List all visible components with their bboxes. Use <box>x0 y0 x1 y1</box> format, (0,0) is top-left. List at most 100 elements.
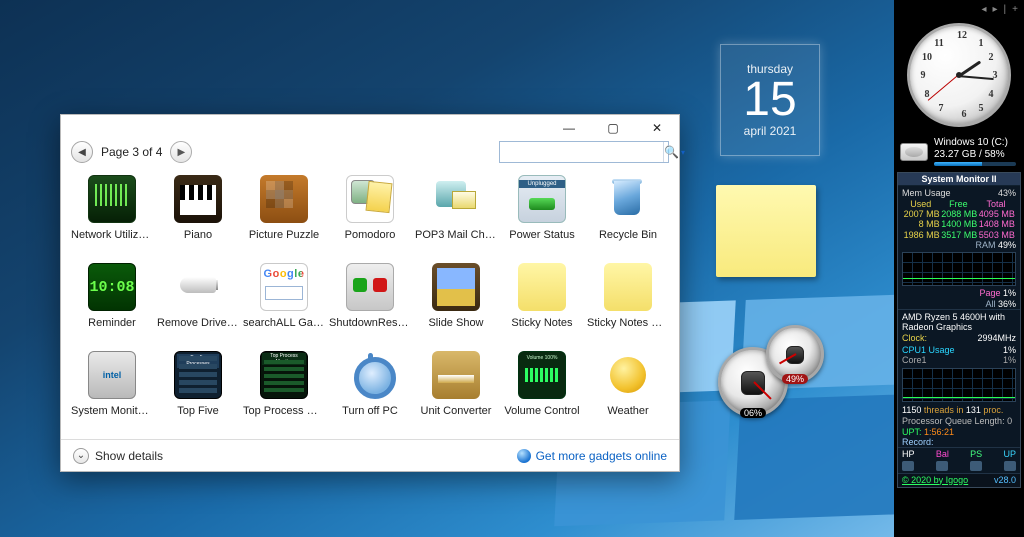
sysmon-cpu-graph <box>902 368 1016 402</box>
gadget-label: Top Process Mo... <box>243 405 325 417</box>
sysmon-power-icons[interactable] <box>898 460 1020 473</box>
power-hp-icon[interactable] <box>902 461 914 471</box>
gadget-icon <box>260 351 308 399</box>
toolbar: ◀ Page 3 of 4 ▶ 🔍 ▾ <box>61 141 679 169</box>
gadget-item[interactable]: Sticky Notes <box>501 263 583 351</box>
gadget-icon <box>604 263 652 311</box>
gadget-item[interactable]: Pomodoro <box>329 175 411 263</box>
gadget-icon <box>346 175 394 223</box>
gadget-item[interactable]: Piano <box>157 175 239 263</box>
gadget-item[interactable]: Recycle Bin <box>587 175 669 263</box>
get-more-gadgets-label: Get more gadgets online <box>536 449 667 463</box>
gadget-grid: Network Utilizat...PianoPicture PuzzlePo… <box>61 169 679 439</box>
clock-gadget[interactable]: 12 3 6 9 1 2 4 5 7 8 10 11 <box>907 23 1011 127</box>
gadget-label: Sticky Notes <box>501 317 583 329</box>
gadget-item[interactable]: Power Status <box>501 175 583 263</box>
show-details-label[interactable]: Show details <box>95 449 163 463</box>
power-ps-icon[interactable] <box>970 461 982 471</box>
gadget-label: Top Five <box>157 405 239 417</box>
gadget-item[interactable]: System Monitor II <box>71 351 153 439</box>
drive-meter-gadget[interactable]: Windows 10 (C:) 23.27 GB / 58% <box>898 135 1020 172</box>
gadget-icon <box>432 175 480 223</box>
sysmon-version: v28.0 <box>994 475 1016 485</box>
gadget-label: POP3 Mail Chec... <box>415 229 497 241</box>
nav-back-button[interactable]: ◀ <box>71 141 93 163</box>
gadget-label: Unit Converter <box>415 405 497 417</box>
sysmon-r3-total: 5503 MB <box>977 230 1015 240</box>
expand-details-button[interactable]: ⌄ <box>73 448 89 464</box>
nav-forward-button[interactable]: ▶ <box>170 141 192 163</box>
sysmon-mem-graph <box>902 252 1016 286</box>
sidebar-next-icon[interactable]: ▸ <box>993 4 998 15</box>
gadget-item[interactable]: searchALL Gadg... <box>243 263 325 351</box>
gadget-icon <box>518 175 566 223</box>
gadget-label: Volume Control <box>501 405 583 417</box>
sidebar-prev-icon[interactable]: ◂ <box>981 4 986 15</box>
sysmon-r3-used: 1986 MB <box>902 230 940 240</box>
drive-bar <box>934 162 1016 166</box>
hdd-icon <box>900 143 928 161</box>
gadget-icon <box>518 263 566 311</box>
window-footer: ⌄ Show details Get more gadgets online <box>61 439 679 471</box>
gadget-label: System Monitor II <box>71 405 153 417</box>
get-more-gadgets-link[interactable]: Get more gadgets online <box>517 449 667 463</box>
gadget-item[interactable]: POP3 Mail Chec... <box>415 175 497 263</box>
gadget-icon <box>88 263 136 311</box>
sysmon-r2-total: 1408 MB <box>977 219 1015 229</box>
sidebar-panel: ◂ ▸ | + 12 3 6 9 1 2 4 5 7 8 10 11 Win <box>894 0 1024 537</box>
gadget-item[interactable]: Slide Show <box>415 263 497 351</box>
sysmon-pql: Processor Queue Length: 0 <box>898 416 1020 426</box>
gadget-label: Piano <box>157 229 239 241</box>
gadget-label: Reminder <box>71 317 153 329</box>
sysmon-r2-free: 1400 MB <box>940 219 978 229</box>
gadget-icon <box>260 175 308 223</box>
window-maximize-button[interactable]: ▢ <box>591 117 635 139</box>
sysmon-mem-pct: 43% <box>998 188 1016 198</box>
window-titlebar[interactable]: — ▢ ✕ <box>61 115 679 141</box>
gadget-item[interactable]: Reminder <box>71 263 153 351</box>
sysmon-cpu-name: AMD Ryzen 5 4600H with Radeon Graphics <box>902 312 1016 333</box>
search-button[interactable]: 🔍 ▾ <box>663 142 685 162</box>
cpu-meter-gadget[interactable]: 06% 49% <box>718 325 838 425</box>
window-close-button[interactable]: ✕ <box>635 117 679 139</box>
gadget-item[interactable]: Top Five <box>157 351 239 439</box>
sticky-note-gadget[interactable] <box>716 185 816 277</box>
gadget-item[interactable]: Unit Converter <box>415 351 497 439</box>
sidebar-add-icon[interactable]: + <box>1012 4 1018 15</box>
gadget-item[interactable]: Turn off PC <box>329 351 411 439</box>
gadget-label: Slide Show <box>415 317 497 329</box>
sysmon-author-link[interactable]: © 2020 by Igogo <box>902 475 968 485</box>
desktop: ◂ ▸ | + 12 3 6 9 1 2 4 5 7 8 10 11 Win <box>0 0 1024 537</box>
gadget-icon <box>88 175 136 223</box>
calendar-gadget[interactable]: thursday 15 april 2021 <box>720 44 820 156</box>
gadget-icon <box>604 351 652 399</box>
power-up-icon[interactable] <box>1004 461 1016 471</box>
gadget-item[interactable]: Picture Puzzle <box>243 175 325 263</box>
gadget-item[interactable]: Network Utilizat... <box>71 175 153 263</box>
search-input[interactable] <box>500 142 663 162</box>
power-bal-icon[interactable] <box>936 461 948 471</box>
gadget-label: Network Utilizat... <box>71 229 153 241</box>
gadget-item[interactable]: Weather <box>587 351 669 439</box>
calendar-dow: thursday <box>721 62 819 76</box>
system-monitor-gadget[interactable]: System Monitor II Mem Usage 43% Used Fre… <box>897 172 1021 488</box>
window-minimize-button[interactable]: — <box>547 117 591 139</box>
sidebar-divider: | <box>1004 4 1007 15</box>
page-indicator: Page 3 of 4 <box>101 145 162 159</box>
globe-icon <box>517 449 531 463</box>
gadget-icon <box>174 351 222 399</box>
gadget-item[interactable]: Remove Drive S... <box>157 263 239 351</box>
sysmon-r1-free: 2088 MB <box>940 209 978 219</box>
gadget-item[interactable]: Sticky Notes On... <box>587 263 669 351</box>
gadget-item[interactable]: Volume Control <box>501 351 583 439</box>
gadget-label: Power Status <box>501 229 583 241</box>
gadget-item[interactable]: ShutdownRestart <box>329 263 411 351</box>
calendar-monthyear: april 2021 <box>721 124 819 138</box>
gadget-icon <box>604 175 652 223</box>
gadget-label: Recycle Bin <box>587 229 669 241</box>
sysmon-power-row: HP Bal PS UP <box>898 447 1020 459</box>
gauge-cpu-label: 06% <box>740 408 766 418</box>
gadget-label: ShutdownRestart <box>329 317 411 329</box>
gadget-gallery-window: — ▢ ✕ ◀ Page 3 of 4 ▶ 🔍 ▾ Network Utiliz… <box>60 114 680 472</box>
gadget-item[interactable]: Top Process Mo... <box>243 351 325 439</box>
